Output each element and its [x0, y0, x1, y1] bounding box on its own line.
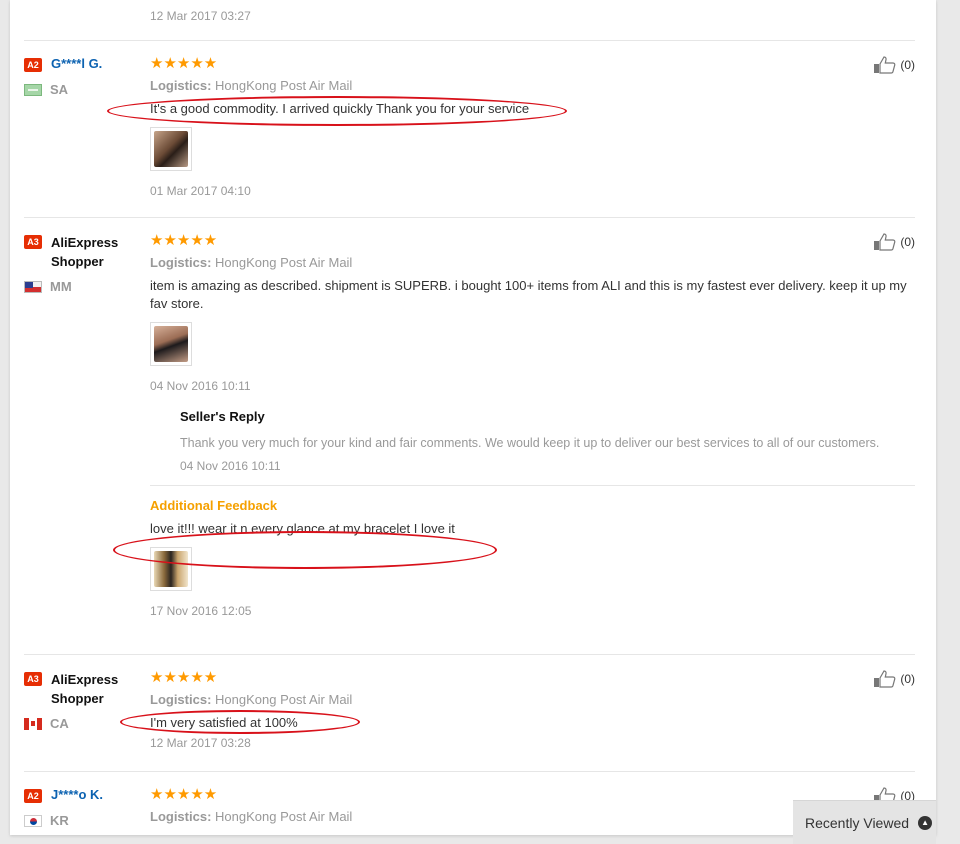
reviewer-name: AliExpress Shopper: [51, 672, 119, 706]
thumbs-up-icon: [874, 56, 896, 74]
logistics-info: Logistics: HongKong Post Air Mail: [150, 255, 353, 270]
additional-feedback-text: love it!!! wear it n every glance at my …: [150, 521, 455, 536]
thumbs-up-icon: [874, 670, 896, 688]
seller-reply-text: Thank you very much for your kind and fa…: [180, 436, 880, 450]
seller-reply: Seller's Reply Thank you very much for y…: [180, 409, 915, 473]
reviewer-info: A2 J****o K. KR: [24, 787, 144, 828]
helpful-button[interactable]: (0): [873, 233, 915, 251]
reply-divider: [150, 485, 915, 486]
recently-viewed-label: Recently Viewed: [805, 814, 910, 831]
additional-feedback-title: Additional Feedback: [150, 498, 278, 513]
review-text: I'm very satisfied at 100%: [150, 715, 298, 730]
reviewer-country: SA: [50, 82, 69, 97]
reviewer-country: MM: [50, 279, 72, 294]
reviewer-name[interactable]: J****o K.: [51, 787, 103, 802]
logistics-info: Logistics: HongKong Post Air Mail: [150, 78, 353, 93]
review-date: 01 Mar 2017 04:10: [150, 184, 251, 198]
buyer-level-badge: A3: [24, 672, 42, 686]
reviewer-info: A2 G****l G. SA: [24, 56, 144, 97]
flag-sa-icon: [24, 83, 42, 96]
review-text: item is amazing as described. shipment i…: [150, 278, 907, 311]
thumbs-up-icon: [874, 233, 896, 251]
helpful-count: (0): [900, 235, 915, 249]
helpful-count: (0): [900, 672, 915, 686]
reviewer-info: A3 AliExpress Shopper CA: [24, 670, 144, 731]
review-photo-thumbnail[interactable]: [150, 547, 192, 591]
helpful-count: (0): [900, 58, 915, 72]
additional-feedback-date: 17 Nov 2016 12:05: [150, 604, 252, 618]
buyer-level-badge: A3: [24, 235, 42, 249]
review-photo-thumbnail[interactable]: [150, 127, 192, 171]
review-date: 04 Nov 2016 10:11: [150, 379, 251, 393]
rating-stars: ★★★★★: [150, 232, 218, 249]
feedback-panel: 12 Mar 2017 03:27 A2 G****l G. SA ★★★★★ …: [10, 0, 936, 835]
review-divider: [24, 217, 915, 218]
reviewer-country: CA: [50, 716, 69, 731]
review-text: It's a good commodity. I arrived quickly…: [150, 101, 530, 116]
reviewer-name: AliExpress Shopper: [51, 235, 119, 269]
review-divider: [24, 771, 915, 772]
seller-reply-title: Seller's Reply: [180, 409, 265, 424]
rating-stars: ★★★★★: [150, 55, 218, 72]
review-date: 12 Mar 2017 03:28: [150, 736, 251, 750]
helpful-button[interactable]: (0): [873, 670, 915, 688]
recently-viewed-button[interactable]: Recently Viewed ▲: [793, 800, 936, 844]
review-photo-thumbnail[interactable]: [150, 322, 192, 366]
reviewer-country: KR: [50, 813, 69, 828]
logistics-info: Logistics: HongKong Post Air Mail: [150, 692, 353, 707]
buyer-level-badge: A2: [24, 789, 42, 803]
buyer-level-badge: A2: [24, 58, 42, 72]
flag-mm-icon: [24, 280, 42, 293]
review-divider: [24, 40, 915, 41]
rating-stars: ★★★★★: [150, 669, 218, 686]
helpful-button[interactable]: (0): [873, 56, 915, 74]
review-date: 12 Mar 2017 03:27: [150, 9, 251, 23]
chevron-up-icon: ▲: [918, 815, 933, 830]
seller-reply-date: 04 Nov 2016 10:11: [180, 459, 281, 473]
flag-ca-icon: [24, 717, 42, 730]
reviewer-name[interactable]: G****l G.: [51, 56, 102, 71]
review-divider: [24, 654, 915, 655]
reviewer-info: A3 AliExpress Shopper MM: [24, 233, 144, 294]
flag-kr-icon: [24, 814, 42, 827]
